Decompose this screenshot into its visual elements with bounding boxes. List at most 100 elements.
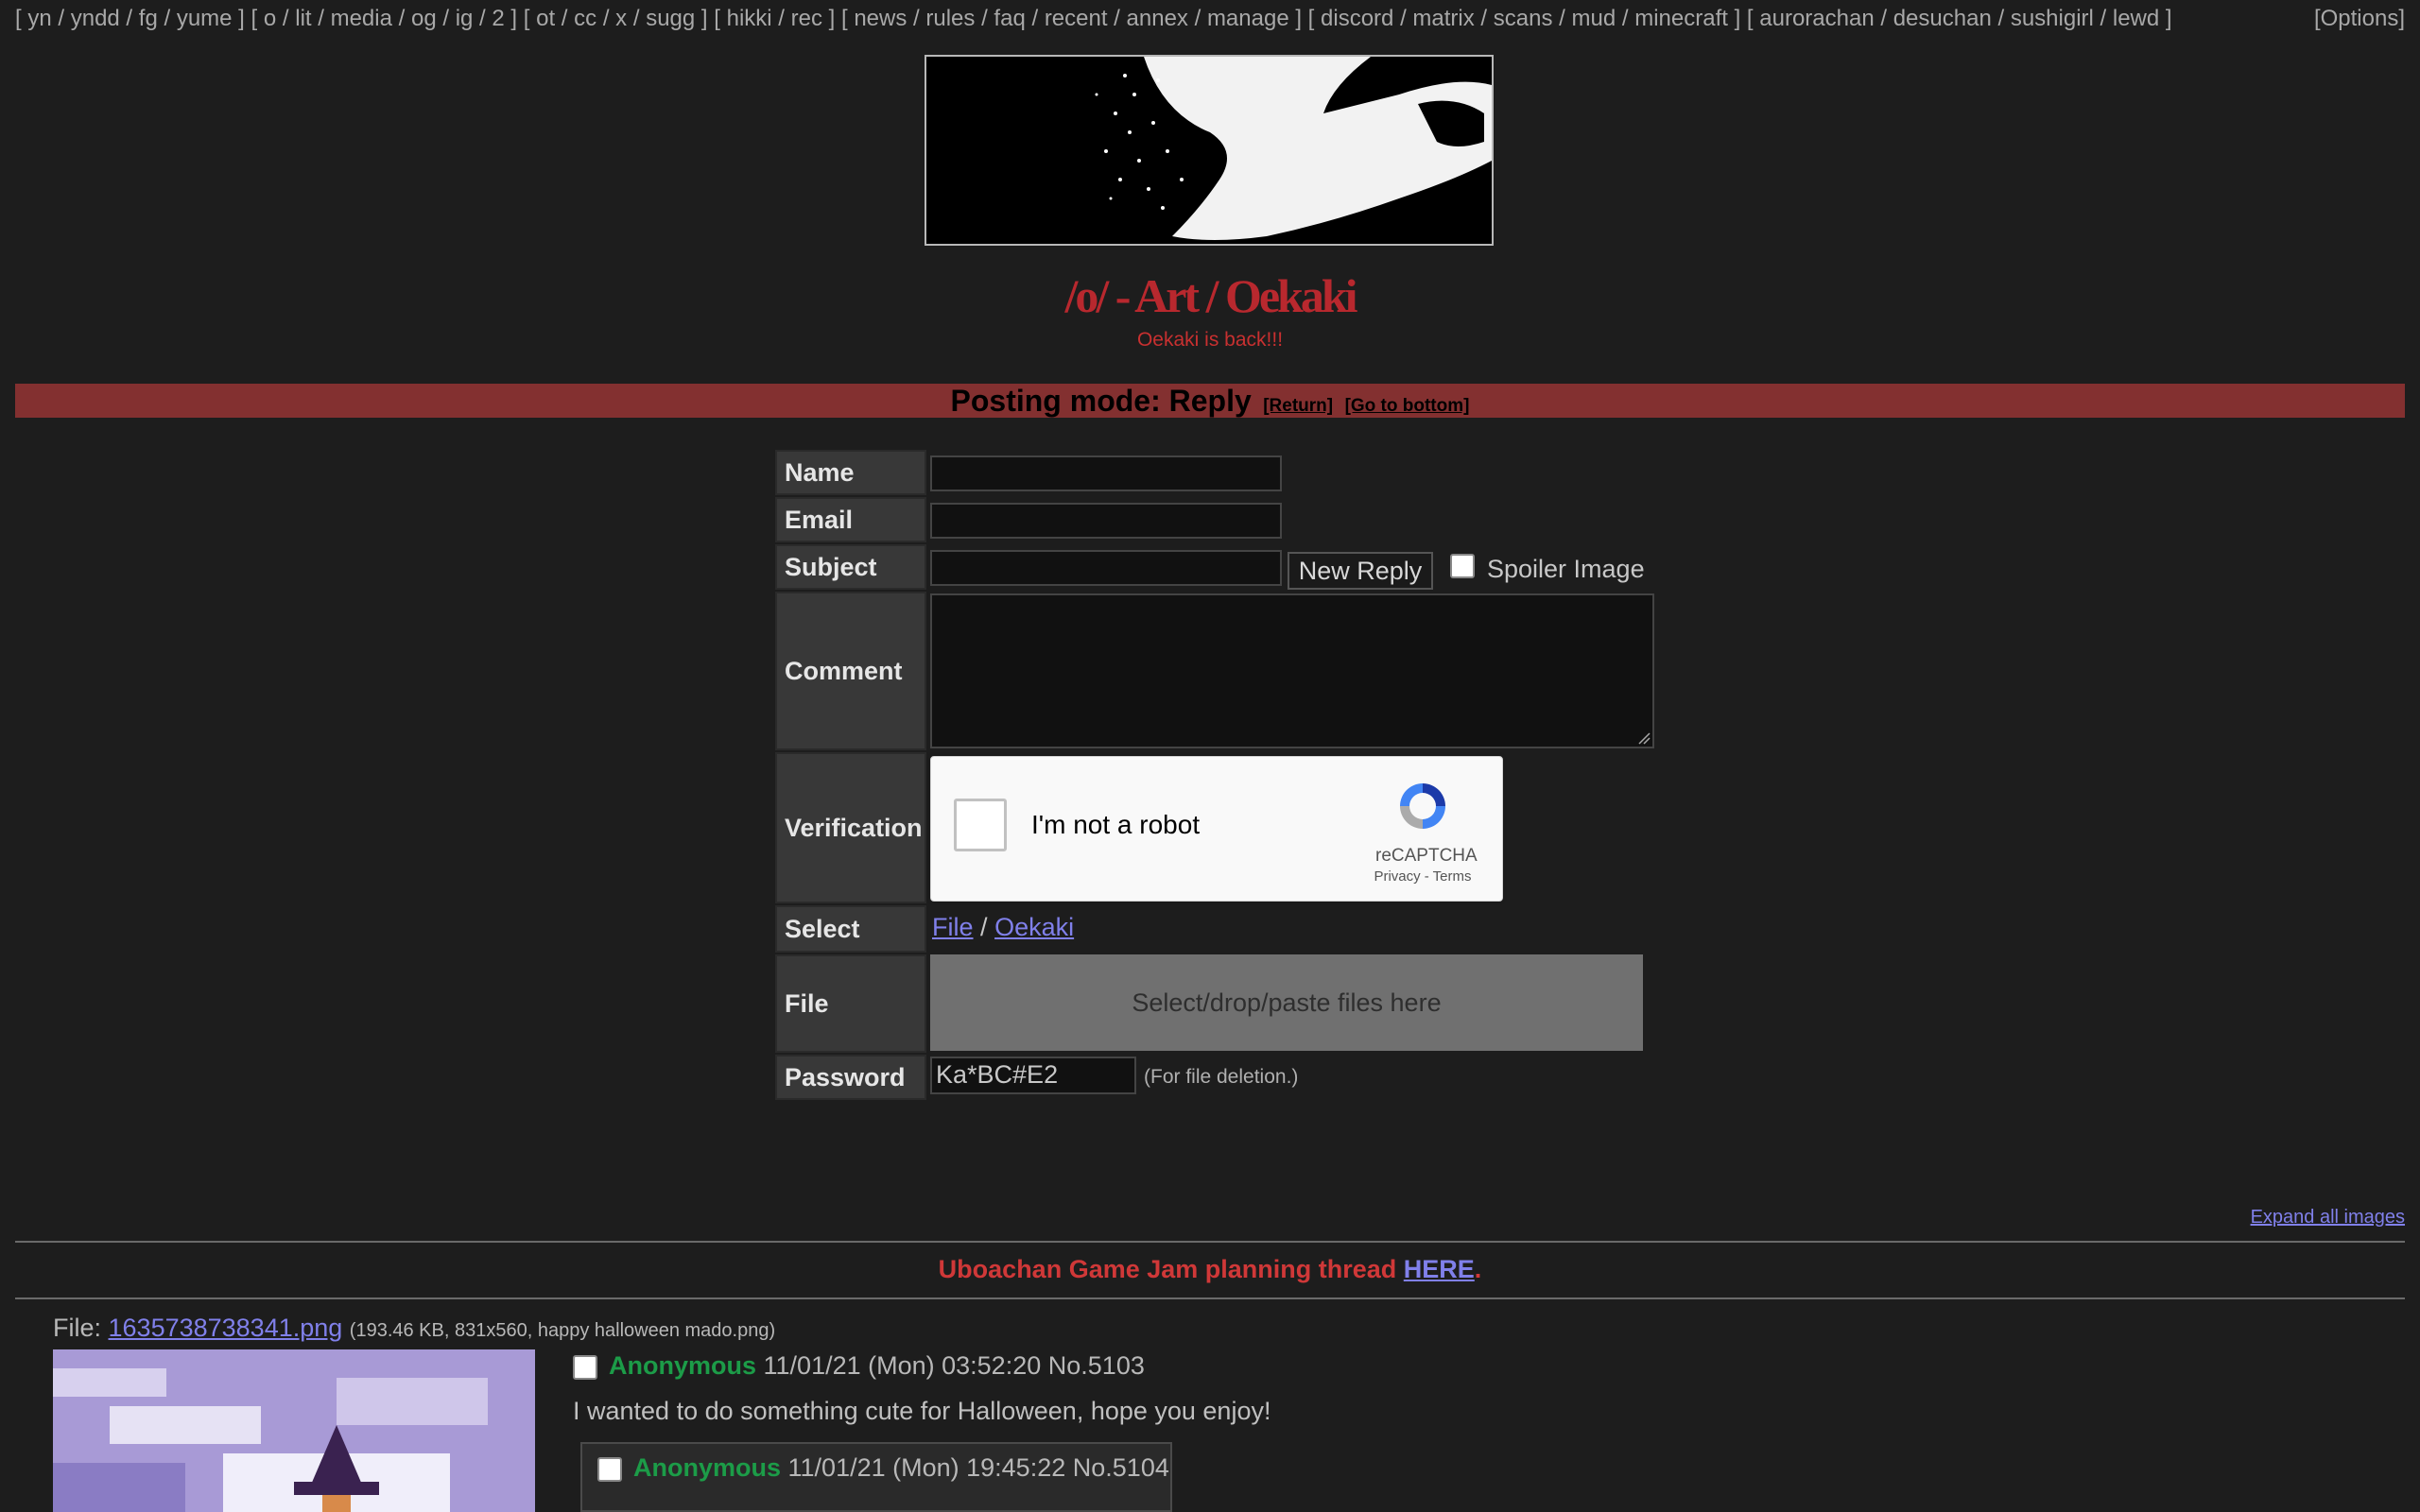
op-thumbnail[interactable] [53,1349,535,1512]
nav-link-fg[interactable]: fg [139,6,158,31]
nav-bracket: ] [2159,6,2172,31]
nav-link-2[interactable]: 2 [492,6,504,31]
nav-link-o[interactable]: o [264,6,276,31]
spoiler-label: Spoiler Image [1487,555,1645,583]
nav-link-lewd[interactable]: lewd [2113,6,2159,31]
nav-link-x[interactable]: x [615,6,627,31]
nav-link-faq[interactable]: faq [994,6,1025,31]
nav-separator: / [1107,6,1127,31]
nav-link-lit[interactable]: lit [295,6,311,31]
nav-bracket: [ [244,6,264,31]
nav-link-aurorachan[interactable]: aurorachan [1759,6,1874,31]
nav-link-sushigirl[interactable]: sushigirl [2011,6,2094,31]
nav-link-ot[interactable]: ot [536,6,555,31]
nav-separator: / [157,6,177,31]
nav-link-hikki[interactable]: hikki [727,6,772,31]
file-label: File [775,954,926,1053]
nav-bracket: [ [707,6,727,31]
nav-link-matrix[interactable]: matrix [1412,6,1474,31]
nav-separator: / [436,6,456,31]
nav-separator: / [1474,6,1494,31]
divider-top [15,1241,2405,1243]
go-to-bottom-link[interactable]: [Go to bottom] [1345,396,1470,416]
nav-bracket: [ [1302,6,1322,31]
options-link[interactable]: [Options] [2314,6,2405,32]
nav-link-yndd[interactable]: yndd [71,6,120,31]
expand-all-images-link[interactable]: Expand all images [2251,1207,2405,1228]
nav-link-og[interactable]: og [411,6,437,31]
nav-separator: / [1616,6,1635,31]
nav-link-discord[interactable]: discord [1321,6,1393,31]
reply-post-number[interactable]: No.5104 [1073,1453,1169,1482]
email-input[interactable] [930,503,1282,539]
return-link[interactable]: [Return] [1263,396,1333,416]
comment-label: Comment [775,592,926,750]
nav-separator: / [1187,6,1207,31]
nav-bracket: ] [1288,6,1303,31]
nav-bracket: ] [504,6,518,31]
reply-select-checkbox[interactable] [597,1457,622,1482]
reply-post-header: Anonymous 11/01/21 (Mon) 19:45:22 No.510… [633,1453,1169,1483]
new-reply-button[interactable]: New Reply [1288,552,1433,590]
nav-link-scans[interactable]: scans [1494,6,1553,31]
op-post-number[interactable]: No.5103 [1048,1351,1145,1380]
nav-separator: / [1552,6,1572,31]
nav-link-yume[interactable]: yume [177,6,233,31]
nav-separator: / [1025,6,1045,31]
nav-link-annex[interactable]: annex [1127,6,1188,31]
nav-bracket: [ [517,6,537,31]
recaptcha-brand: reCAPTCHA [1375,846,1478,866]
select-label: Select [775,905,926,953]
nav-link-cc[interactable]: cc [574,6,596,31]
resize-handle-icon[interactable] [1637,731,1651,745]
announcement-link[interactable]: HERE [1404,1255,1475,1283]
file-dropzone[interactable]: Select/drop/paste files here [930,954,1643,1051]
posting-mode-bar: Posting mode: Reply [Return] [Go to bott… [15,384,2405,418]
posting-mode-text: Posting mode: Reply [950,384,1252,418]
name-input[interactable] [930,455,1282,491]
select-oekaki-link[interactable]: Oekaki [994,913,1074,941]
select-options: File / Oekaki [932,913,1074,942]
op-file-link[interactable]: 1635738738341.png [109,1314,343,1342]
select-separator: / [980,913,988,941]
spoiler-checkbox[interactable] [1450,554,1475,578]
select-file-link[interactable]: File [932,913,974,941]
nav-separator: / [975,6,994,31]
nav-separator: / [311,6,331,31]
nav-link-ig[interactable]: ig [456,6,474,31]
op-post-header: Anonymous 11/01/21 (Mon) 03:52:20 No.510… [609,1351,1145,1381]
subject-input[interactable] [930,550,1282,586]
nav-link-desuchan[interactable]: desuchan [1893,6,1992,31]
nav-link-yn[interactable]: yn [27,6,51,31]
verification-label: Verification [775,752,926,903]
password-input[interactable]: Ka*BC#E2 [930,1057,1136,1094]
reply-post-date: 11/01/21 (Mon) 19:45:22 [787,1453,1066,1482]
nav-separator: / [1393,6,1413,31]
nav-link-sugg[interactable]: sugg [646,6,695,31]
comment-textarea[interactable] [930,593,1654,748]
nav-link-minecraft[interactable]: minecraft [1634,6,1728,31]
op-post-body: I wanted to do something cute for Hallow… [573,1397,1271,1425]
nav-link-manage[interactable]: manage [1207,6,1289,31]
nav-link-media[interactable]: media [331,6,392,31]
recaptcha-privacy-terms[interactable]: Privacy - Terms [1366,868,1479,885]
board-title: /o/ - Art / Oekaki [1064,269,1357,322]
nav-link-mud[interactable]: mud [1572,6,1616,31]
recaptcha-logo-icon [1400,783,1445,829]
op-select-checkbox[interactable] [573,1355,597,1380]
board-subtitle: Oekaki is back!!! [1136,329,1284,351]
nav-link-recent[interactable]: recent [1045,6,1108,31]
nav-separator: / [596,6,616,31]
reply-post: Anonymous 11/01/21 (Mon) 19:45:22 No.510… [580,1442,1172,1512]
board-navigation: [ yn / yndd / fg / yume ] [ o / lit / me… [15,6,2172,32]
divider-bottom [15,1297,2405,1299]
nav-link-news[interactable]: news [854,6,907,31]
nav-link-rec[interactable]: rec [791,6,822,31]
op-post-date: 11/01/21 (Mon) 03:52:20 [763,1351,1042,1380]
reply-poster-name: Anonymous [633,1453,782,1482]
nav-separator: / [771,6,791,31]
nav-separator: / [51,6,71,31]
recaptcha-checkbox[interactable] [954,799,1007,851]
nav-separator: / [2093,6,2113,31]
nav-link-rules[interactable]: rules [925,6,975,31]
